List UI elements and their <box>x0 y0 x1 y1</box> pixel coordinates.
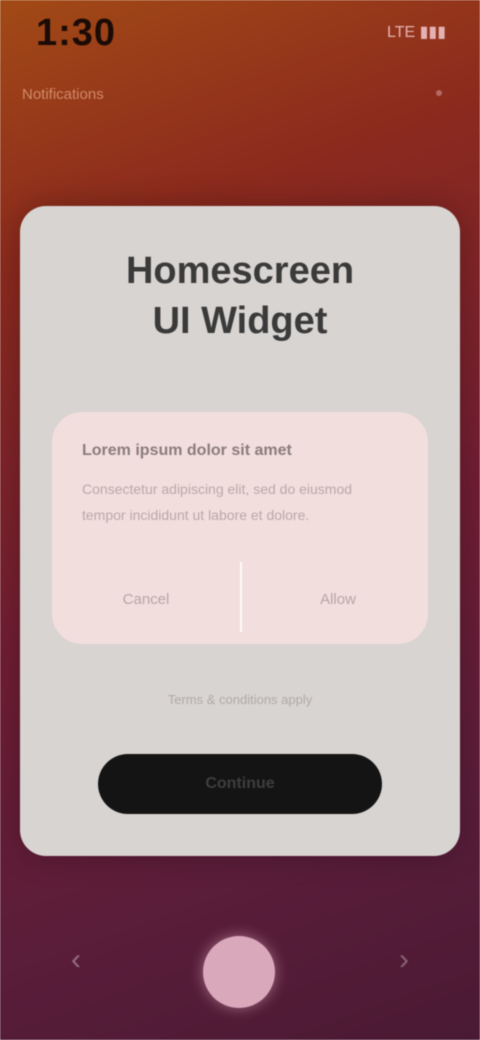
panel-divider <box>240 562 242 632</box>
dialog-inner-panel: Lorem ipsum dolor sit amet Consectetur a… <box>52 412 428 644</box>
overflow-dot-icon[interactable] <box>436 90 442 96</box>
cancel-button[interactable]: Cancel <box>76 578 216 622</box>
home-button-icon[interactable] <box>203 936 275 1008</box>
widget-dialog: Homescreen UI Widget Lorem ipsum dolor s… <box>20 206 460 856</box>
allow-button[interactable]: Allow <box>268 578 408 622</box>
panel-heading: Lorem ipsum dolor sit amet <box>82 442 292 459</box>
dialog-footnote[interactable]: Terms & conditions apply <box>140 692 340 707</box>
status-indicators: LTE ▮▮▮ <box>386 24 446 41</box>
notification-subline: Notifications <box>22 86 104 103</box>
dialog-title: Homescreen UI Widget <box>125 250 355 342</box>
navigation-bar: ‹ › <box>0 900 480 1040</box>
status-time: 1:30 <box>36 12 117 54</box>
recents-icon[interactable]: › <box>384 940 424 980</box>
panel-body: Consectetur adipiscing elit, sed do eius… <box>82 481 353 523</box>
continue-button[interactable]: Continue <box>98 754 382 814</box>
status-bar: 1:30 LTE ▮▮▮ <box>0 0 480 70</box>
back-icon[interactable]: ‹ <box>56 940 96 980</box>
home-screen: 1:30 LTE ▮▮▮ Notifications Homescreen UI… <box>0 0 480 1040</box>
